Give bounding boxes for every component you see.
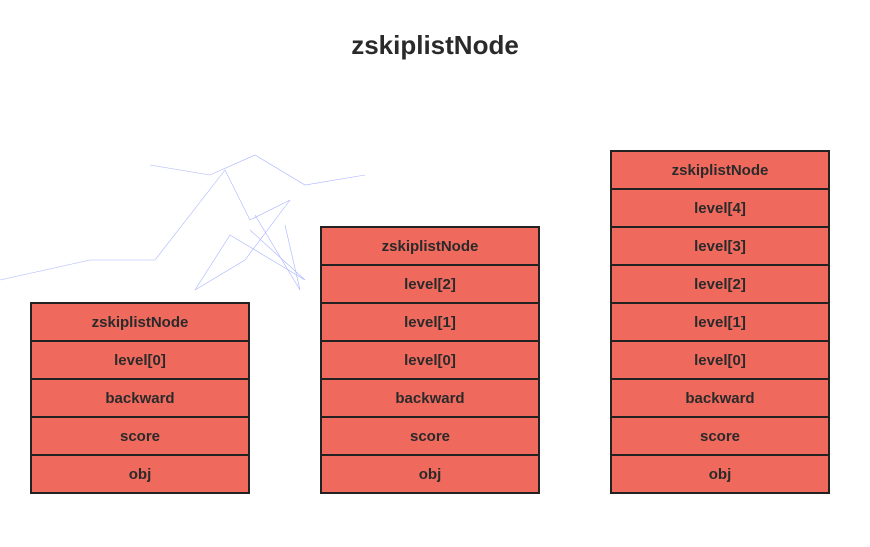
node-2-cell-7: score (612, 418, 828, 456)
node-1-cell-1: level[2] (322, 266, 538, 304)
node-1-cell-3: level[0] (322, 342, 538, 380)
node-0-cell-2: backward (32, 380, 248, 418)
node-0-cell-3: score (32, 418, 248, 456)
node-stack-0: zskiplistNodelevel[0]backwardscoreobj (30, 302, 250, 494)
node-stack-1: zskiplistNodelevel[2]level[1]level[0]bac… (320, 226, 540, 494)
node-1-cell-5: score (322, 418, 538, 456)
node-0-cell-1: level[0] (32, 342, 248, 380)
node-2-cell-5: level[0] (612, 342, 828, 380)
node-2-cell-3: level[2] (612, 266, 828, 304)
node-1-cell-4: backward (322, 380, 538, 418)
node-0-cell-4: obj (32, 456, 248, 494)
node-1-cell-0: zskiplistNode (322, 228, 538, 266)
node-2-cell-0: zskiplistNode (612, 152, 828, 190)
node-2-cell-4: level[1] (612, 304, 828, 342)
node-stack-2: zskiplistNodelevel[4]level[3]level[2]lev… (610, 150, 830, 494)
node-2-cell-2: level[3] (612, 228, 828, 266)
node-2-cell-8: obj (612, 456, 828, 494)
node-2-cell-1: level[4] (612, 190, 828, 228)
node-2-cell-6: backward (612, 380, 828, 418)
node-1-cell-6: obj (322, 456, 538, 494)
node-0-cell-0: zskiplistNode (32, 304, 248, 342)
node-1-cell-2: level[1] (322, 304, 538, 342)
